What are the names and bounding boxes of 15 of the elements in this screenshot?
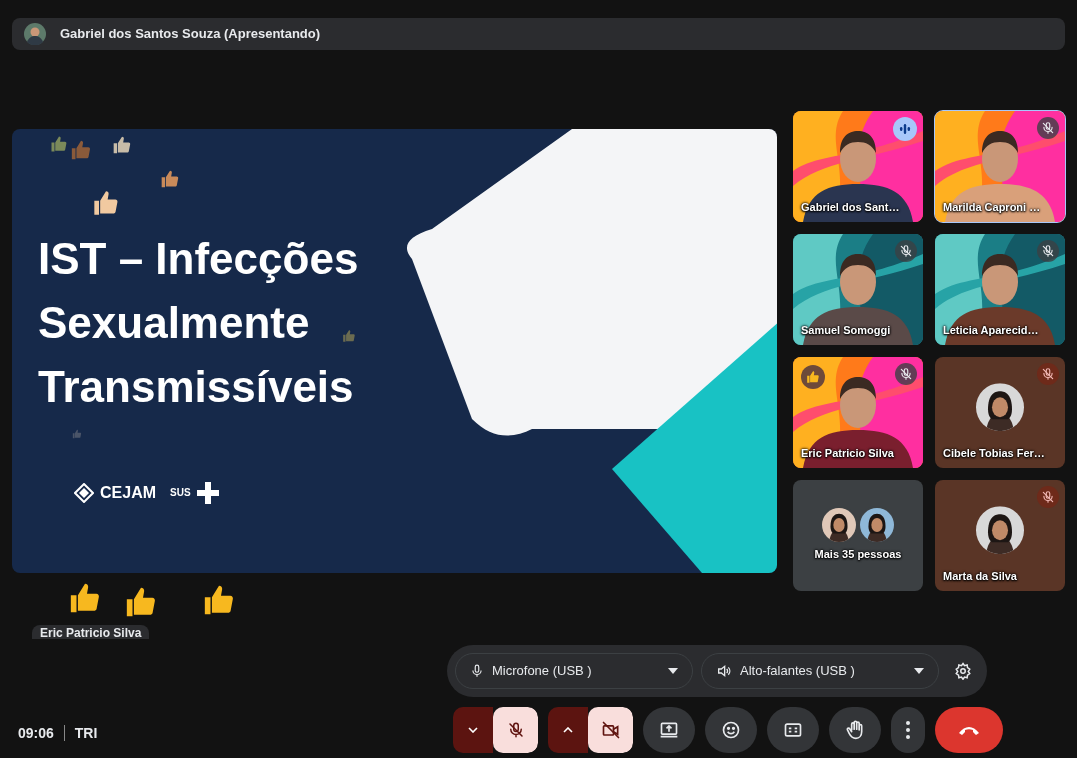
participant-tile[interactable]: Marta da Silva <box>935 479 1065 591</box>
presenter-name: Gabriel dos Santos Souza (Apresentando) <box>60 25 321 44</box>
meeting-code: TRI <box>74 723 98 743</box>
slide-title-line: Transmissíveis <box>38 360 354 413</box>
participant-tile[interactable]: Mais 35 pessoas <box>793 479 923 591</box>
slide-title-line: Sexualmente <box>38 296 310 349</box>
participant-tile[interactable]: Cibele Tobias Fer… <box>935 356 1065 468</box>
participant-name: Cibele Tobias Fer… <box>943 446 1045 462</box>
participant-name: Mais 35 pessoas <box>813 547 903 563</box>
logo-text: SUS <box>170 486 191 501</box>
participant-name: Marta da Silva <box>943 569 1017 585</box>
slide-title-line: IST – Infecções <box>38 232 359 285</box>
reaction-name: Eric Patricio Silva <box>32 624 150 639</box>
logo-text: CEJAM <box>100 482 156 503</box>
meeting-time: 09:06 <box>18 723 54 743</box>
